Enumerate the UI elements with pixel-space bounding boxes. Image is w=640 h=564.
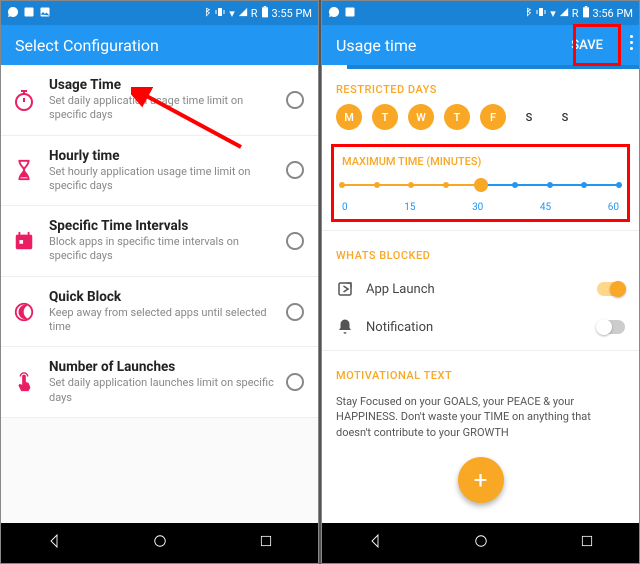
toggle-app-launch[interactable] [597,282,625,296]
day-wed[interactable]: W [408,104,434,130]
location-icon: ▾ [229,7,235,20]
config-item-title: Specific Time Intervals [49,218,274,234]
day-mon[interactable]: M [336,104,362,130]
screenshot-icon [23,6,35,21]
motivational-label: MOTIVATIONAL TEXT [322,355,639,390]
more-icon[interactable] [630,35,633,50]
hourglass-icon [11,157,37,183]
config-item-sub: Set daily application usage time limit o… [49,94,274,123]
signal-icon [238,7,248,20]
config-item-quick-block[interactable]: Quick Block Keep away from selected apps… [1,277,318,348]
launch-icon [336,280,354,298]
day-sat[interactable]: S [516,104,542,130]
battery-icon [261,6,269,21]
recent-icon[interactable] [579,533,595,553]
bell-icon [336,318,354,336]
day-sun[interactable]: S [552,104,578,130]
max-time-box: MAXIMUM TIME (MINUTES) 0 15 [331,144,630,222]
config-item-number-launches[interactable]: Number of Launches Set daily application… [1,347,318,418]
app-bar-title: Select Configuration [15,36,159,55]
back-icon[interactable] [45,532,63,554]
config-item-specific-intervals[interactable]: Specific Time Intervals Block apps in sp… [1,206,318,277]
home-icon[interactable] [151,532,169,554]
vibrate-icon [535,6,547,21]
slider-ticks: 0 15 30 45 60 [342,202,619,213]
day-tue[interactable]: T [372,104,398,130]
network-label: R [251,7,258,20]
radio-unselected[interactable] [286,303,304,321]
radio-unselected[interactable] [286,91,304,109]
days-row: M T W T F S S [322,104,639,140]
tick-0: 0 [342,202,348,213]
screenshot-icon [344,6,356,21]
whats-blocked-label: WHATS BLOCKED [322,235,639,270]
radio-unselected[interactable] [286,161,304,179]
tick-30: 30 [472,202,483,213]
config-item-sub: Set daily application launches limit on … [49,376,274,405]
calendar-icon [11,228,37,254]
back-icon[interactable] [366,532,384,554]
battery-icon [582,6,590,21]
clock-text: 3:55 PM [272,7,312,20]
whatsapp-icon [7,6,19,21]
day-thu[interactable]: T [444,104,470,130]
app-bar: Select Configuration [1,25,318,65]
config-item-hourly-time[interactable]: Hourly time Set hourly application usage… [1,136,318,207]
nav-bar [1,523,318,563]
config-item-title: Hourly time [49,148,274,164]
content-area: Usage Time Set daily application usage t… [1,65,318,523]
config-item-usage-time[interactable]: Usage Time Set daily application usage t… [1,65,318,136]
tick-15: 15 [404,202,415,213]
location-icon: ▾ [550,7,556,20]
bluetooth-icon [523,6,532,21]
recent-icon[interactable] [258,533,274,553]
fab-add[interactable]: + [458,457,504,503]
whatsapp-icon [328,6,340,21]
annotation-save-highlight [573,24,621,66]
config-list: Usage Time Set daily application usage t… [1,65,318,418]
config-item-title: Usage Time [49,77,274,93]
config-item-sub: Keep away from selected apps until selec… [49,306,274,335]
image-icon [39,6,51,21]
bluetooth-icon [202,6,211,21]
phone-left: ▾ R 3:55 PM Select Configuration [0,0,319,564]
day-fri[interactable]: F [480,104,506,130]
phone-right: ▾ R 3:56 PM Usage time SAVE RESTRICTED D… [321,0,640,564]
vibrate-icon [214,6,226,21]
time-slider[interactable] [342,176,619,200]
block-app-launch: App Launch [322,270,639,308]
home-icon[interactable] [472,532,490,554]
nav-bar [322,523,639,563]
moon-icon [11,299,37,325]
block-label: App Launch [366,282,585,297]
config-item-title: Number of Launches [49,359,274,375]
radio-unselected[interactable] [286,373,304,391]
signal-icon [559,7,569,20]
max-time-label: MAXIMUM TIME (MINUTES) [342,155,619,168]
toggle-notification[interactable] [597,320,625,334]
restricted-days-label: RESTRICTED DAYS [322,69,639,104]
config-item-title: Quick Block [49,289,274,305]
content-area: RESTRICTED DAYS M T W T F S S MAXIMUM TI… [322,69,639,523]
radio-unselected[interactable] [286,232,304,250]
config-item-sub: Set hourly application usage time limit … [49,165,274,194]
block-notification: Notification [322,308,639,346]
status-bar: ▾ R 3:55 PM [1,1,318,25]
stopwatch-icon [11,87,37,113]
tick-45: 45 [540,202,551,213]
motivational-text[interactable]: Stay Focused on your GOALS, your PEACE &… [322,390,639,444]
slider-thumb[interactable] [474,178,488,192]
app-bar-title: Usage time [336,36,416,55]
tick-60: 60 [608,202,619,213]
status-bar: ▾ R 3:56 PM [322,1,639,25]
tap-icon [11,369,37,395]
network-label: R [572,7,579,20]
config-item-sub: Block apps in specific time intervals on… [49,235,274,264]
block-label: Notification [366,320,585,335]
clock-text: 3:56 PM [593,7,633,20]
